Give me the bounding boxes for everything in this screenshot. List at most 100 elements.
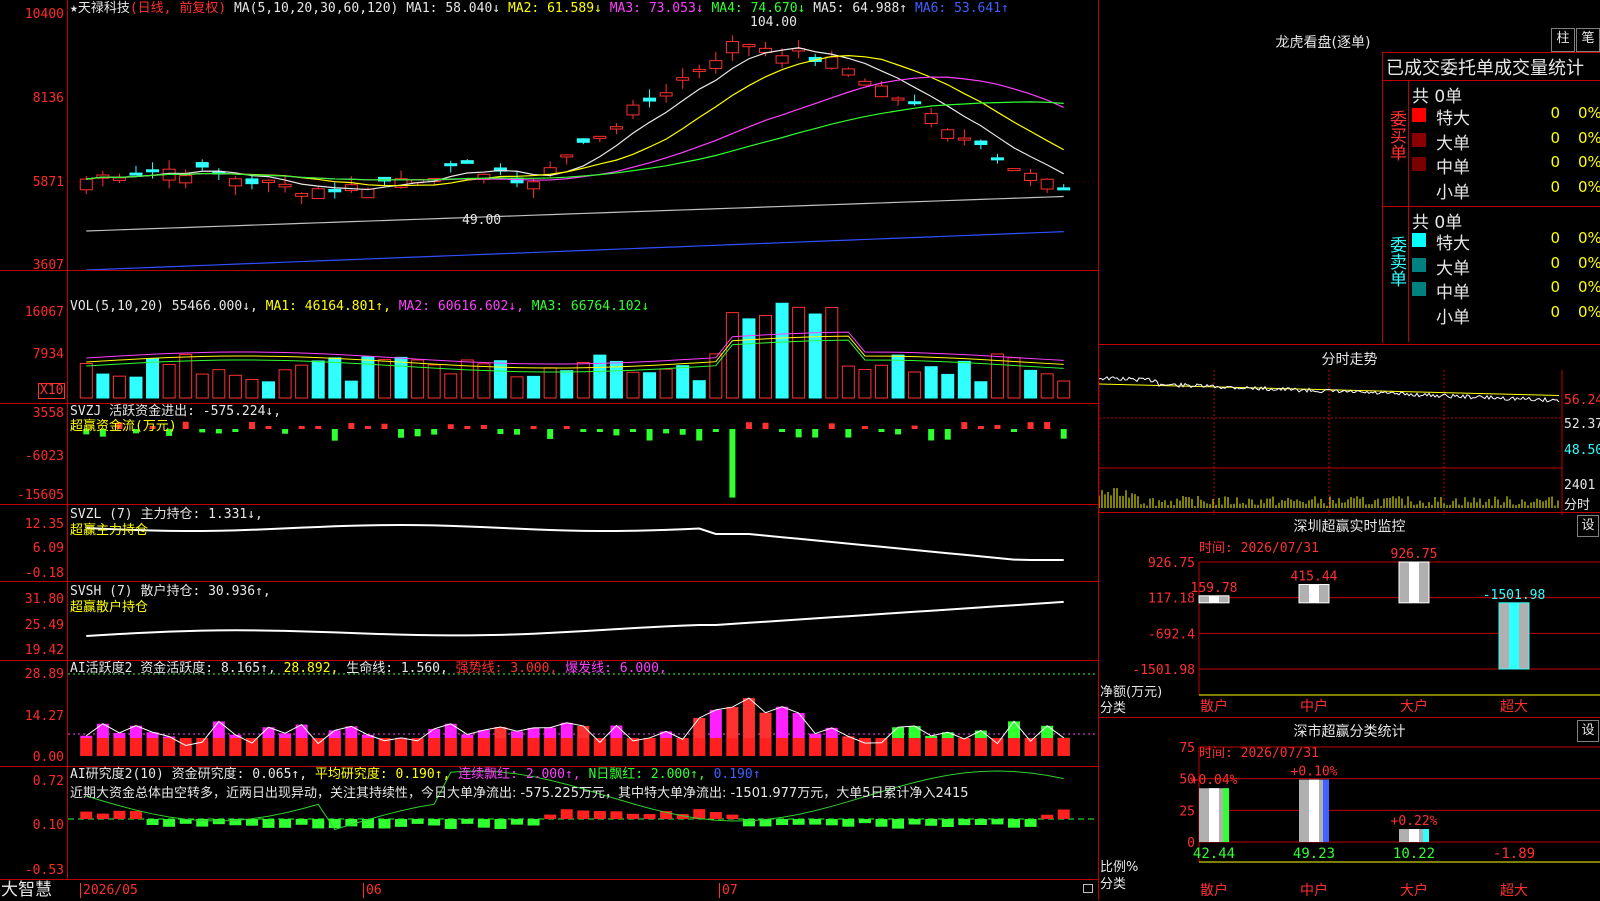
order-size-label: 小单: [1436, 182, 1470, 203]
candle-body: [775, 55, 789, 64]
date-label: 2026/05: [80, 883, 138, 898]
ma10-line: [86, 55, 1065, 187]
order-percent: 0%: [1578, 229, 1600, 247]
buy-order-row[interactable]: 中单 0 0%: [1410, 153, 1600, 178]
activity-base-bar: [96, 738, 109, 756]
volume-bar: [411, 359, 425, 399]
order-percent: 0%: [1578, 177, 1600, 196]
order-size-label: 特大: [1436, 109, 1470, 129]
research-bar: [626, 813, 639, 819]
stock-name[interactable]: 天禄科技: [78, 1, 130, 16]
monitor-bar-chart[interactable]: 926.75 117.18 -692.4 -1501.98 159.78 散户 415.44…: [1099, 513, 1600, 718]
sell-order-row[interactable]: 小单 0 0%: [1410, 303, 1600, 328]
kline-panel[interactable]: ★天禄科技(日线, 前复权) MA(5,10,20,30,60,120) MA1…: [0, 0, 1098, 273]
candle-body: [344, 184, 358, 192]
monitor-bar-highlight: [1209, 595, 1219, 603]
bar-view-button[interactable]: 柱: [1551, 28, 1575, 52]
sell-order-row[interactable]: 中单 0 0%: [1410, 278, 1600, 303]
activity-base-bar: [577, 738, 590, 756]
ai-commentary: 近期大资金总体由空转多，近两日出现异动，关注其持续性，今日大单净流出: -575…: [70, 786, 969, 801]
sell-order-row[interactable]: 特大 0 0%: [1410, 229, 1600, 254]
ai1-value2: 28.892,: [283, 661, 339, 676]
candle-body: [1007, 168, 1021, 172]
stat-bar-chart[interactable]: 7550250+0.04%42.44散户+0.10%49.23中户+0.22%1…: [1099, 718, 1600, 901]
stat-change-label: +0.04%: [1191, 773, 1238, 788]
ma5-line: [86, 47, 1065, 191]
volume-panel[interactable]: VOL(5,10,20) 55466.000↓, MA1: 46164.801↑…: [0, 270, 1098, 404]
order-color-swatch: [1412, 307, 1426, 321]
activity-base-bar: [842, 738, 855, 756]
flow-bar: [663, 429, 670, 434]
activity-base-bar: [1057, 738, 1070, 756]
brand-label[interactable]: 大智慧: [1, 880, 52, 900]
stat-tick-label: 25: [1179, 804, 1195, 819]
ai1-strong-line: 强势线: 3.000,: [455, 661, 558, 676]
flow-bar: [464, 426, 471, 429]
buy-order-row[interactable]: 大单 0 0%: [1410, 129, 1600, 154]
ai1-label: AI活跃度2 资金活跃度: 8.165↑,: [70, 661, 276, 676]
lock-icon[interactable]: [1083, 884, 1093, 893]
candle-body: [228, 178, 242, 187]
buy-order-row[interactable]: 小单 0 0%: [1410, 177, 1600, 203]
volume-bar: [493, 360, 507, 399]
volume-bar: [908, 371, 922, 399]
sell-order-row[interactable]: 大单 0 0%: [1410, 253, 1600, 279]
research-bar: [709, 811, 722, 819]
activity-base-bar: [809, 738, 822, 756]
flow-bar: [282, 429, 289, 434]
period-label[interactable]: (日线, 前复权): [130, 1, 226, 16]
monitor-section[interactable]: 深圳超赢实时监控 设 时间: 2026/07/31 926.75 117.18 -6…: [1099, 512, 1600, 718]
tick-view-button[interactable]: 笔: [1576, 28, 1600, 52]
activity-base-bar: [676, 738, 689, 756]
ai-research-panel[interactable]: AI研究度2(10) 资金研究度: 0.065↑, 平均研究度: 0.190↑,…: [0, 766, 1098, 879]
research-bar: [925, 819, 938, 826]
intraday-chart[interactable]: [1099, 370, 1600, 515]
svsh-panel[interactable]: SVSH (7) 散户持仓: 30.936↑, 超赢散户持仓 31.80 25.…: [0, 581, 1098, 661]
intraday-section[interactable]: 分时走势 56.24 52.37 48.50 2401 分时: [1099, 344, 1600, 515]
research-bar: [1008, 819, 1021, 828]
activity-base-bar: [196, 738, 209, 756]
candlestick-chart[interactable]: [0, 0, 1098, 270]
volume-bar: [129, 376, 143, 399]
kline-y-tick: 8136: [32, 91, 64, 106]
flow-bar: [315, 426, 322, 429]
candle-body: [328, 188, 342, 193]
svzj-y-tick: -15605: [17, 488, 64, 503]
research-bar: [527, 819, 540, 826]
research-bar: [345, 819, 358, 827]
stat-section[interactable]: 深市超赢分类统计 设 时间: 2026/07/31 75 50 25 0 +0.04% 4…: [1099, 717, 1600, 901]
candle-body: [593, 135, 607, 139]
research-bar: [776, 819, 789, 826]
volume-bar: [1024, 369, 1038, 399]
activity-base-bar: [461, 738, 474, 756]
svzl-panel[interactable]: SVZL (7) 主力持仓: 1.331↓, 超赢主力持仓 12.35 6.09…: [0, 504, 1098, 582]
dragon-tiger-title: 龙虎看盘(逐单): [1275, 35, 1371, 51]
candle-body: [444, 163, 458, 167]
research-bar: [477, 819, 490, 828]
candle-body: [957, 137, 971, 141]
order-percent: 0%: [1578, 253, 1600, 272]
activity-base-bar: [262, 738, 275, 756]
activity-base-bar: [726, 738, 739, 756]
order-size-label: 中单: [1436, 158, 1470, 178]
monitor-tick-label: -1501.98: [1132, 663, 1195, 678]
volume-bar: [361, 356, 375, 399]
buy-order-row[interactable]: 特大 0 0%: [1410, 104, 1600, 129]
flow-bar: [779, 429, 786, 432]
monitor-category-label: 散户: [1200, 698, 1228, 715]
candle-body: [527, 181, 541, 190]
volume-chart[interactable]: [0, 270, 1098, 403]
ai-activity-panel[interactable]: AI活跃度2 资金活跃度: 8.165↑, 28.892, 生命线: 1.560…: [0, 660, 1098, 767]
activity-base-bar: [742, 738, 755, 756]
flow-bar: [248, 421, 255, 429]
research-bar: [858, 819, 871, 824]
activity-base-bar: [709, 738, 722, 756]
research-bar: [378, 819, 391, 829]
svzj-panel[interactable]: SVZJ 活跃资金进出: -575.224↓, 超赢资金流(万元) 3558 -…: [0, 403, 1098, 505]
favorite-star-icon[interactable]: ★: [70, 1, 78, 16]
flow-bar: [828, 423, 835, 429]
svzj-label: SVZJ 活跃资金进出: -575.224↓,: [70, 404, 282, 419]
monitor-tick-label: 117.18: [1148, 592, 1195, 607]
research-bar: [163, 819, 176, 827]
research-bar: [544, 814, 557, 819]
